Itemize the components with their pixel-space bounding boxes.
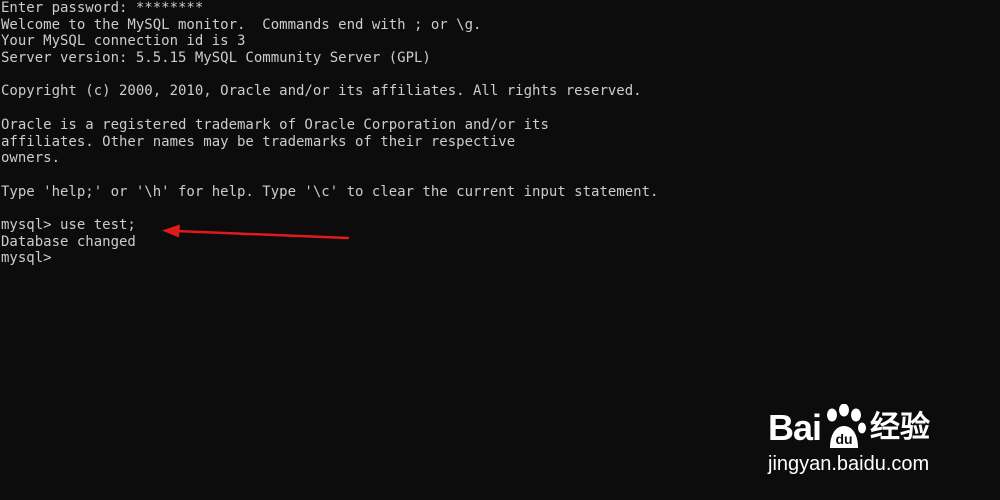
line-blank bbox=[1, 200, 658, 217]
line-trademark-3: owners. bbox=[1, 150, 61, 167]
line-server-version: Server version: 5.5.15 MySQL Community S… bbox=[1, 50, 431, 67]
line-copyright: Copyright (c) 2000, 2010, Oracle and/or … bbox=[1, 83, 642, 100]
mysql-console-window[interactable]: Enter password: ******** Welcome to the … bbox=[0, 0, 1000, 500]
line-trademark-1: Oracle is a registered trademark of Orac… bbox=[1, 116, 549, 133]
line-use-test-command: mysql> use test; bbox=[1, 216, 136, 233]
mysql-prompt-input[interactable]: mysql> bbox=[1, 250, 658, 267]
line-help-hint: Type 'help;' or '\h' for help. Type '\c'… bbox=[1, 183, 659, 200]
line-trademark-2: affiliates. Other names may be trademark… bbox=[1, 133, 516, 150]
watermark-url: jingyan.baidu.com bbox=[768, 453, 930, 475]
line-blank bbox=[1, 100, 658, 117]
line-welcome: Welcome to the MySQL monitor. Commands e… bbox=[1, 16, 482, 33]
watermark-logo: Bai du 经验 bbox=[768, 404, 930, 452]
line-blank bbox=[1, 167, 658, 184]
console-output: Enter password: ******** Welcome to the … bbox=[1, 0, 658, 267]
line-database-changed: Database changed bbox=[1, 233, 136, 250]
baidu-paw-icon: du bbox=[827, 404, 867, 448]
line-password-prompt: Enter password: ******** bbox=[1, 0, 204, 16]
svg-text:du: du bbox=[835, 431, 852, 447]
watermark-logo-text: Bai bbox=[768, 407, 822, 448]
baidu-jingyan-watermark: Bai du 经验 jingyan.baidu.com bbox=[764, 390, 994, 490]
line-blank bbox=[1, 67, 658, 84]
line-connection-id: Your MySQL connection id is 3 bbox=[1, 33, 246, 50]
watermark-jingyan-text: 经验 bbox=[870, 410, 931, 445]
